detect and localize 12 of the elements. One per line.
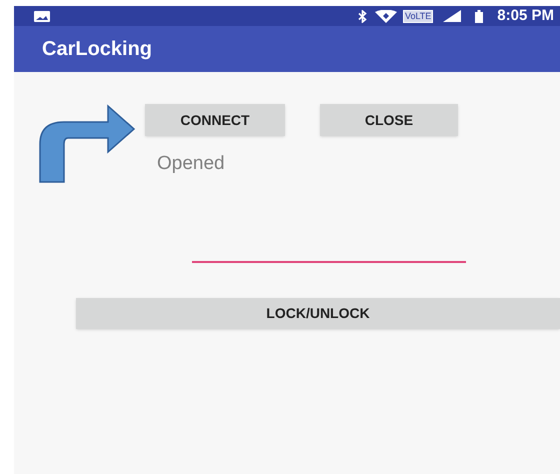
app-button[interactable]: CONNECT xyxy=(145,104,285,136)
lock-unlock-button[interactable]: LOCK/UNLOCK xyxy=(76,298,560,329)
battery-icon xyxy=(475,10,484,22)
app-button[interactable]: CLOSE xyxy=(320,104,458,136)
clock-time: 8:05 PM xyxy=(497,6,554,26)
wifi-icon xyxy=(374,10,397,22)
app-title: CarLocking xyxy=(42,37,152,62)
status-text: Opened xyxy=(157,154,226,173)
image-icon xyxy=(34,10,50,22)
signal-icon xyxy=(443,10,462,22)
bluetooth-icon xyxy=(358,10,367,22)
volte-badge: VoLTE xyxy=(402,10,434,22)
